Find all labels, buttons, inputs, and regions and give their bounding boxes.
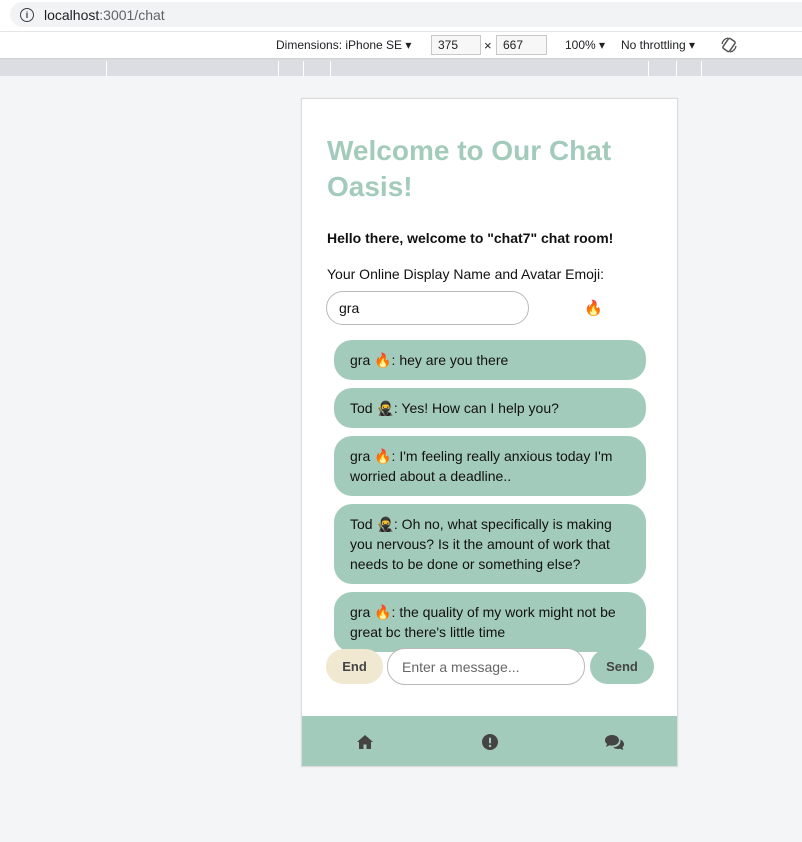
address-bar[interactable]: i localhost:3001/chat: [10, 2, 802, 27]
chat-message: Tod 🥷: Oh no, what specifically is makin…: [334, 504, 646, 584]
composer: End Send: [326, 648, 655, 686]
rotate-device-icon[interactable]: [720, 36, 738, 54]
info-icon[interactable]: i: [20, 7, 34, 22]
alert-icon: [481, 734, 498, 750]
display-name-label: Your Online Display Name and Avatar Emoj…: [327, 266, 605, 282]
browser-url-bar: i localhost:3001/chat: [0, 0, 802, 31]
chevron-down-icon: ▾: [689, 38, 696, 52]
throttling-label: No throttling: [621, 38, 686, 52]
home-icon: [356, 735, 373, 749]
chevron-down-icon: ▾: [599, 38, 606, 52]
device-dimensions-label: Dimensions: iPhone SE: [276, 38, 403, 52]
chat-message: gra 🔥: hey are you there: [334, 340, 646, 380]
device-height-input[interactable]: 667: [496, 35, 547, 55]
bottom-nav: [302, 716, 677, 766]
chat-message: Tod 🥷: Yes! How can I help you?: [334, 388, 646, 428]
url-path: :3001/chat: [99, 6, 165, 23]
throttling-dropdown[interactable]: No throttling ▾: [621, 38, 695, 52]
display-name-input[interactable]: [326, 291, 529, 325]
times-separator: ×: [484, 38, 492, 53]
device-width-input[interactable]: 375: [431, 35, 481, 55]
chat-bubbles-icon: [605, 734, 624, 750]
end-chat-button[interactable]: End: [326, 649, 383, 684]
zoom-dropdown[interactable]: 100% ▾: [565, 38, 605, 52]
nav-alert[interactable]: [427, 716, 552, 766]
avatar-emoji-picker[interactable]: 🔥: [584, 299, 603, 317]
page-title: Welcome to Our Chat Oasis!: [327, 135, 612, 202]
room-greeting: Hello there, welcome to "chat7" chat roo…: [327, 230, 614, 246]
chevron-down-icon: ▾: [405, 38, 412, 52]
send-button[interactable]: Send: [590, 649, 654, 684]
device-toolbar: Dimensions: iPhone SE ▾ 375 × 667 100% ▾…: [0, 31, 802, 59]
nav-chat[interactable]: [552, 716, 677, 766]
chat-message: gra 🔥: the quality of my work might not …: [334, 592, 646, 652]
message-list: gra 🔥: hey are you there Tod 🥷: Yes! How…: [334, 340, 646, 660]
chat-message: gra 🔥: I'm feeling really anxious today …: [334, 436, 646, 496]
zoom-label: 100%: [565, 38, 596, 52]
mobile-viewport: Welcome to Our Chat Oasis! Hello there, …: [301, 98, 678, 767]
nav-home[interactable]: [302, 716, 427, 766]
url-host: localhost: [44, 6, 100, 23]
device-dimensions-dropdown[interactable]: Dimensions: iPhone SE ▾: [276, 38, 411, 52]
message-input[interactable]: [387, 648, 585, 685]
media-query-ruler[interactable]: [0, 59, 802, 76]
